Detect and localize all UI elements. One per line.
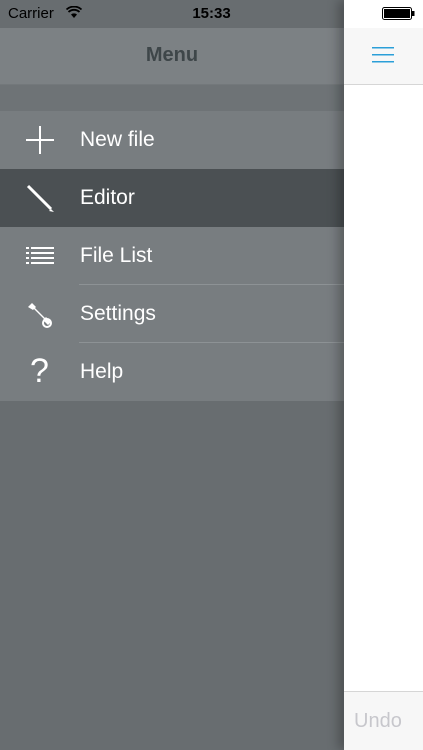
wrench-icon [28, 303, 52, 328]
content-toolbar [344, 28, 423, 85]
battery-icon [382, 7, 415, 20]
menu-item-file-list[interactable]: File List [0, 227, 344, 285]
menu-title: Menu [145, 44, 199, 66]
list-icon [26, 247, 54, 264]
pencil-icon [26, 184, 54, 212]
status-bar: Carrier 15:33 [0, 0, 423, 28]
menu-item-label: Settings [80, 302, 156, 325]
menu-item-label: Help [80, 360, 124, 383]
clock: 15:33 [192, 5, 231, 22]
menu-item-label: Editor [80, 186, 135, 209]
plus-icon [26, 126, 54, 154]
menu-header: Menu [0, 28, 344, 85]
hamburger-menu-icon[interactable] [372, 46, 394, 64]
menu-item-settings[interactable]: Settings [0, 285, 344, 343]
undo-button[interactable]: Undo [354, 710, 402, 733]
content-bottom-toolbar: Undo [344, 691, 423, 750]
side-menu: Menu New file Editor File List Settings … [0, 0, 344, 750]
menu-item-help[interactable]: ? Help [0, 343, 344, 401]
menu-item-editor[interactable]: Editor [0, 169, 344, 227]
content-panel: Undo [344, 0, 423, 750]
menu-item-label: File List [80, 244, 153, 267]
menu-item-label: New file [80, 128, 155, 151]
menu-spacer [0, 85, 344, 111]
question-icon: ? [30, 352, 49, 390]
menu-list: New file Editor File List Settings ? Hel… [0, 111, 344, 401]
menu-item-new-file[interactable]: New file [0, 111, 344, 169]
